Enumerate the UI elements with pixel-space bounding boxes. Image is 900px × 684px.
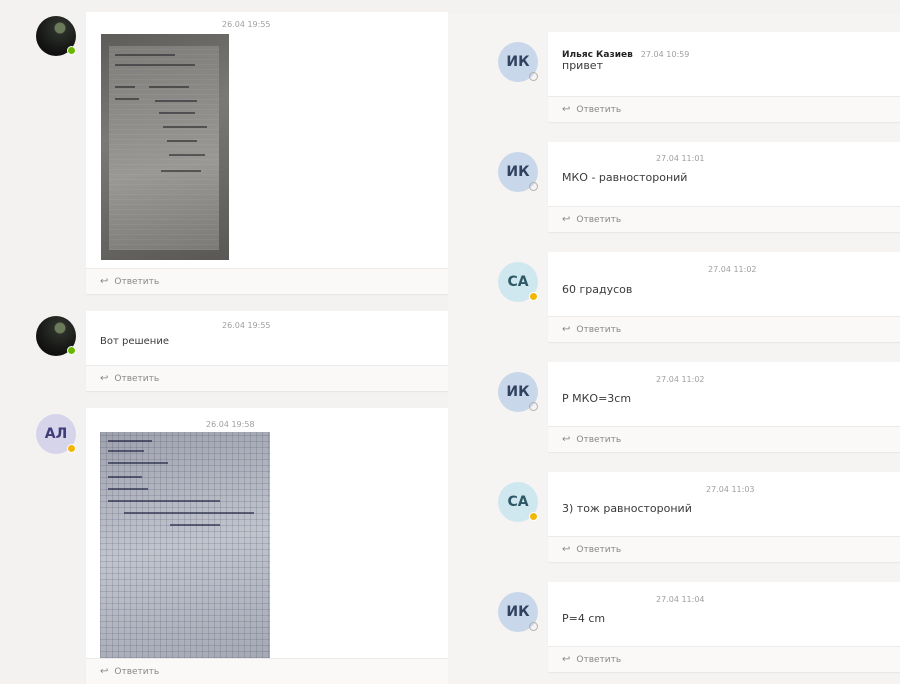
right-chat-panel: ИК Ильяс Казиев 27.04 10:59 привет ↩ Отве…	[448, 14, 900, 684]
message-timestamp: 27.04 11:02	[656, 375, 705, 384]
message-timestamp: 27.04 11:03	[706, 485, 755, 494]
user-avatar[interactable]: ИК	[498, 152, 538, 192]
reply-button[interactable]: ↩ Ответить	[548, 96, 900, 122]
message-text: привет	[562, 59, 603, 72]
reply-label: Ответить	[576, 654, 622, 665]
message-text: 3) тож равностороний	[562, 502, 692, 515]
message-card[interactable]: 26.04 19:55 Вот решение ↩ Ответить	[86, 311, 448, 391]
user-avatar[interactable]: СА	[498, 262, 538, 302]
status-away-icon	[529, 292, 538, 301]
reply-arrow-icon: ↩	[562, 324, 571, 335]
reply-label: Ответить	[576, 104, 622, 115]
reply-label: Ответить	[576, 434, 622, 445]
reply-arrow-icon: ↩	[100, 666, 109, 677]
avatar-initials: ИК	[506, 384, 530, 400]
reply-label: Ответить	[576, 214, 622, 225]
status-away-icon	[67, 444, 76, 453]
status-offline-icon	[529, 402, 538, 411]
status-offline-icon	[529, 182, 538, 191]
message-text: P МКО=3cm	[562, 392, 632, 405]
reply-arrow-icon: ↩	[562, 434, 571, 445]
message-timestamp: 27.04 11:04	[656, 595, 705, 604]
message-text: МКО - равностороний	[562, 171, 688, 184]
message-card[interactable]: 26.04 19:55 ↩ Ответить	[86, 12, 448, 294]
message-card[interactable]: 27.04 11:04 P=4 cm ↩ Ответить	[548, 582, 900, 672]
user-avatar[interactable]	[36, 16, 76, 56]
attached-photo[interactable]	[101, 34, 229, 260]
user-avatar[interactable]: ИК	[498, 372, 538, 412]
message-timestamp: 27.04 11:02	[708, 265, 757, 274]
message-timestamp: 27.04 11:01	[656, 154, 705, 163]
message-text: P=4 cm	[562, 612, 606, 625]
avatar-initials: АЛ	[44, 426, 68, 442]
avatar-initials: СА	[507, 494, 529, 510]
message-text: Вот решение	[100, 336, 169, 347]
reply-label: Ответить	[114, 276, 160, 287]
reply-arrow-icon: ↩	[100, 373, 109, 384]
message-timestamp: 27.04 10:59	[640, 50, 690, 59]
avatar-initials: ИК	[506, 54, 530, 70]
reply-label: Ответить	[576, 324, 622, 335]
reply-button[interactable]: ↩ Ответить	[86, 658, 448, 684]
message-card[interactable]: 27.04 11:03 3) тож равностороний ↩ Ответ…	[548, 472, 900, 562]
user-avatar[interactable]	[36, 316, 76, 356]
attached-photo[interactable]	[100, 432, 270, 658]
message-card[interactable]: 27.04 11:02 60 градусов ↩ Ответить	[548, 252, 900, 342]
left-chat-panel: 26.04 19:55 ↩ Ответить 26.04 19:55 Вот р…	[0, 0, 448, 684]
status-offline-icon	[529, 622, 538, 631]
user-avatar[interactable]: АЛ	[36, 414, 76, 454]
reply-arrow-icon: ↩	[100, 276, 109, 287]
reply-button[interactable]: ↩ Ответить	[86, 268, 448, 294]
reply-arrow-icon: ↩	[562, 544, 571, 555]
user-avatar[interactable]: ИК	[498, 42, 538, 82]
reply-arrow-icon: ↩	[562, 214, 571, 225]
message-card[interactable]: 27.04 11:01 МКО - равностороний ↩ Ответи…	[548, 142, 900, 232]
status-available-icon	[67, 346, 76, 355]
status-offline-icon	[529, 72, 538, 81]
avatar-initials: ИК	[506, 604, 530, 620]
reply-button[interactable]: ↩ Ответить	[86, 365, 448, 391]
message-timestamp: 26.04 19:55	[222, 20, 271, 29]
message-text: 60 градусов	[562, 283, 633, 296]
user-avatar[interactable]: ИК	[498, 592, 538, 632]
reply-button[interactable]: ↩ Ответить	[548, 206, 900, 232]
reply-button[interactable]: ↩ Ответить	[548, 316, 900, 342]
status-available-icon	[67, 46, 76, 55]
reply-label: Ответить	[114, 373, 160, 384]
reply-button[interactable]: ↩ Ответить	[548, 536, 900, 562]
message-timestamp: 26.04 19:55	[222, 321, 271, 330]
reply-label: Ответить	[114, 666, 160, 677]
reply-button[interactable]: ↩ Ответить	[548, 426, 900, 452]
message-card[interactable]: 27.04 11:02 P МКО=3cm ↩ Ответить	[548, 362, 900, 452]
avatar-initials: ИК	[506, 164, 530, 180]
avatar-initials: СА	[507, 274, 529, 290]
message-card[interactable]: Ильяс Казиев 27.04 10:59 привет ↩ Ответит…	[548, 32, 900, 122]
reply-label: Ответить	[576, 544, 622, 555]
message-timestamp: 26.04 19:58	[206, 420, 255, 429]
status-away-icon	[529, 512, 538, 521]
reply-arrow-icon: ↩	[562, 654, 571, 665]
reply-button[interactable]: ↩ Ответить	[548, 646, 900, 672]
message-card[interactable]: 26.04 19:58 ↩ Ответить	[86, 408, 448, 684]
reply-arrow-icon: ↩	[562, 104, 571, 115]
user-avatar[interactable]: СА	[498, 482, 538, 522]
